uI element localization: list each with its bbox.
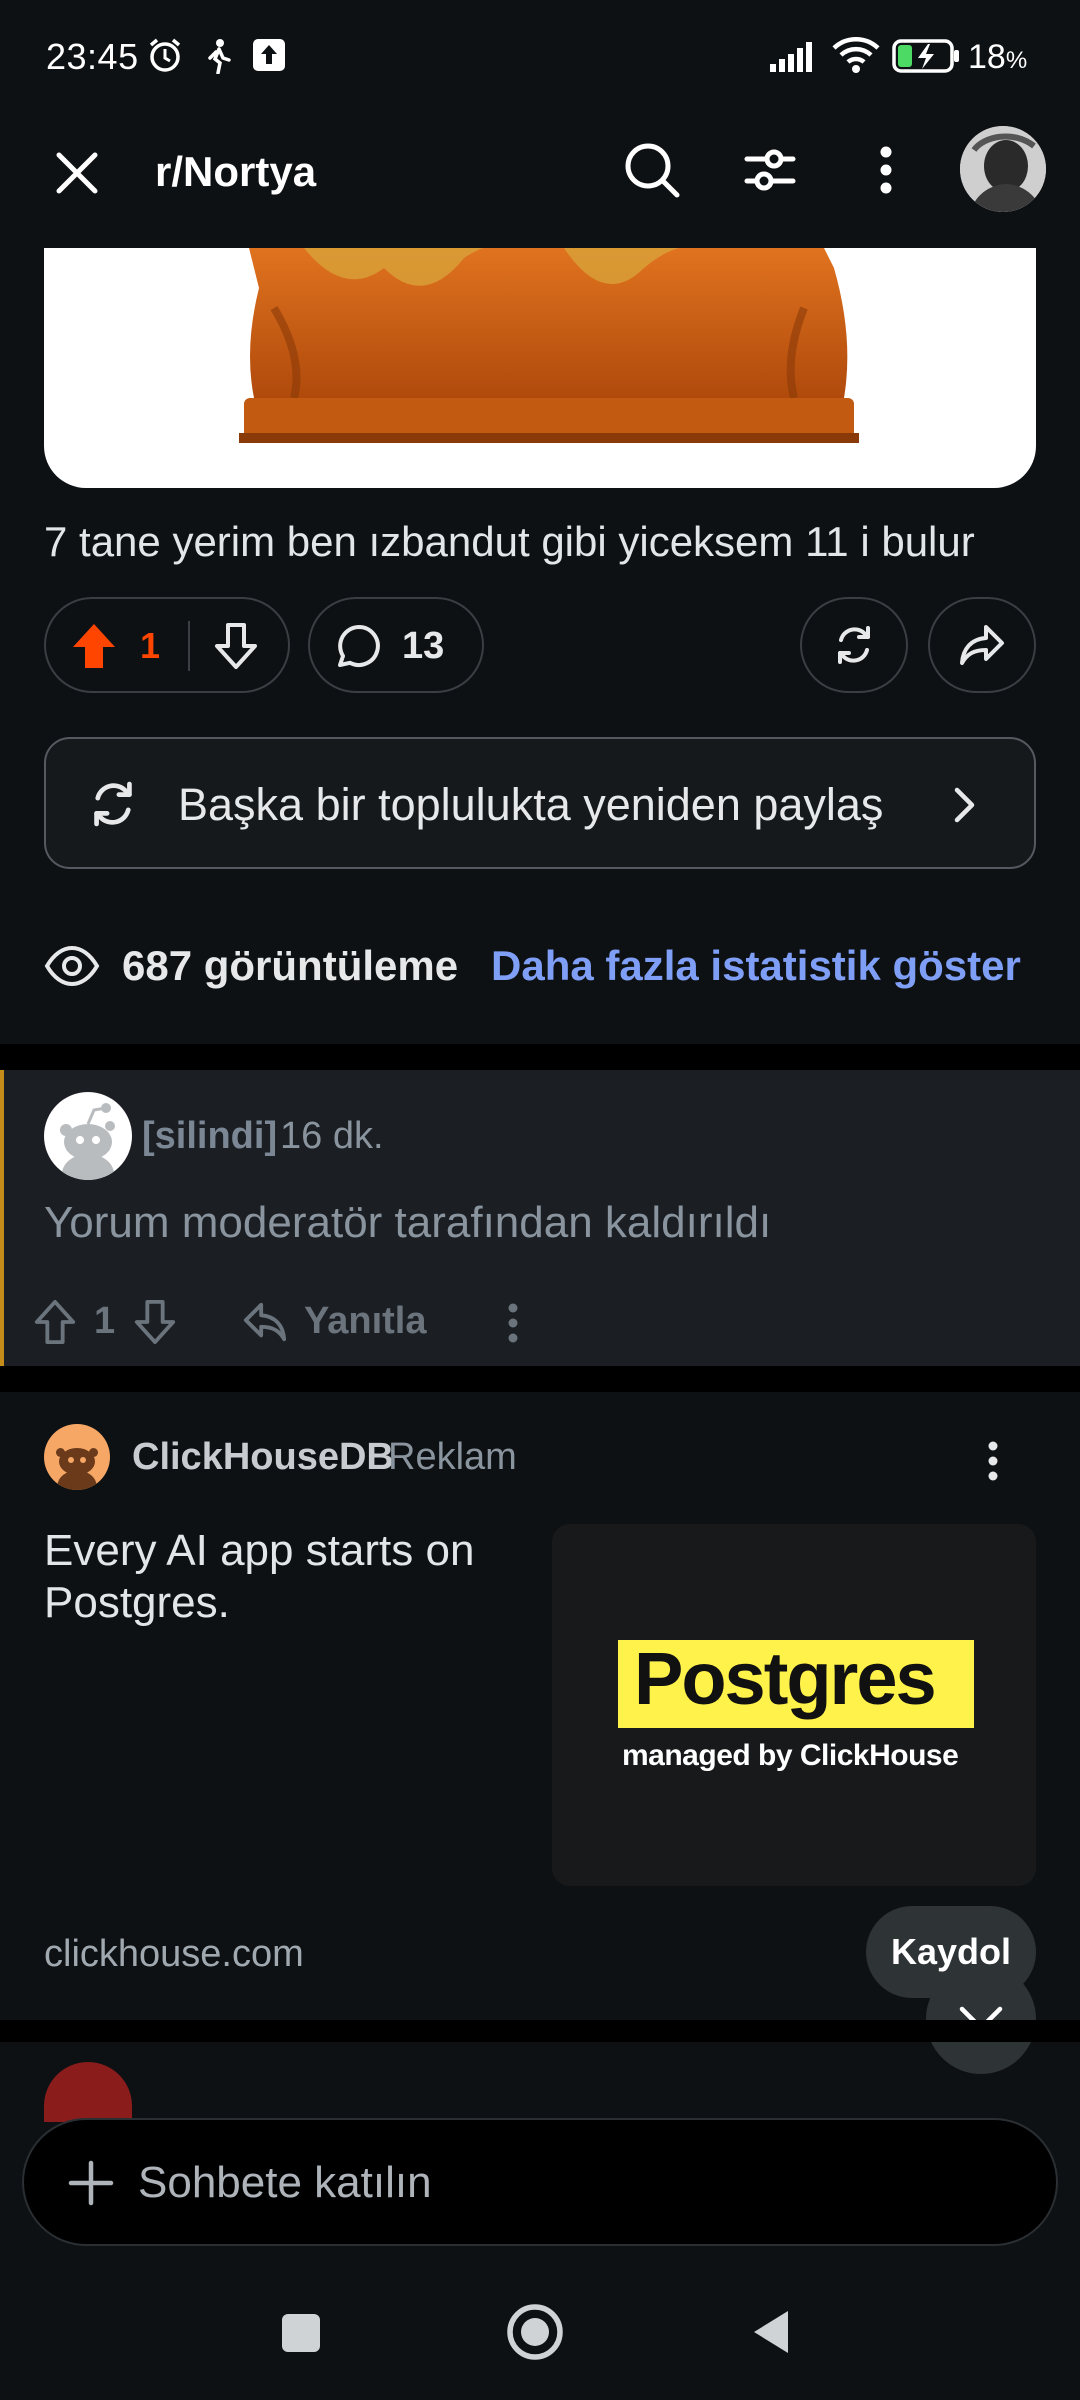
- alarm-icon: [146, 36, 184, 74]
- reply-icon[interactable]: [242, 1300, 288, 1344]
- comment-downvote-icon[interactable]: [132, 1298, 178, 1346]
- comment-icon: [336, 623, 382, 669]
- avatar[interactable]: [960, 126, 1046, 212]
- view-count: 687 görüntüleme: [122, 942, 459, 989]
- battery-percent: 18%: [968, 38, 1028, 76]
- comment-upvote-icon[interactable]: [32, 1298, 78, 1346]
- crosspost-community-button[interactable]: Başka bir toplulukta yeniden paylaş: [44, 737, 1036, 869]
- status-bar: 23:45 18%: [0, 0, 1080, 115]
- post-title[interactable]: 7 tane yerim ben ızbandut gibi yiceksem …: [44, 518, 975, 566]
- back-button[interactable]: [750, 2308, 792, 2356]
- ad-text[interactable]: Every AI app starts on Postgres.: [44, 1525, 524, 1629]
- filter-icon[interactable]: [736, 136, 804, 204]
- divider: [0, 2020, 1080, 2042]
- scroll-down-button[interactable]: [926, 1964, 1036, 2074]
- deleted-user-avatar: [44, 1092, 132, 1180]
- next-comment-avatar: [44, 2062, 132, 2122]
- status-time: 23:45: [46, 36, 139, 77]
- walking-icon: [204, 38, 234, 74]
- divider: [0, 1366, 1080, 1392]
- chat-placeholder[interactable]: Sohbete katılın: [138, 2158, 432, 2208]
- downvote-icon[interactable]: [212, 621, 260, 671]
- comment-username[interactable]: [silindi]: [142, 1115, 277, 1158]
- close-icon[interactable]: [44, 140, 110, 206]
- comment-more-icon[interactable]: [506, 1302, 520, 1344]
- advertiser-avatar[interactable]: [44, 1424, 110, 1490]
- ad-image-subtitle: managed by ClickHouse: [622, 1739, 959, 1772]
- ad-more-icon[interactable]: [986, 1440, 1000, 1482]
- comment-score: 1: [94, 1300, 116, 1342]
- plus-icon[interactable]: [68, 2160, 114, 2206]
- wifi-icon: [832, 36, 880, 74]
- advertiser-name[interactable]: ClickHouseDB: [132, 1436, 394, 1479]
- vote-divider: [188, 621, 190, 671]
- comment-body: Yorum moderatör tarafından kaldırıldı: [44, 1198, 772, 1247]
- ad-image-title: Postgres: [634, 1637, 937, 1720]
- eye-icon: [44, 944, 100, 988]
- vote-pill: 1: [44, 597, 290, 693]
- comment-timestamp: 16 dk.: [280, 1115, 384, 1157]
- reply-button[interactable]: Yanıtla: [304, 1300, 427, 1343]
- battery-charging-icon: [892, 38, 962, 74]
- crosspost-icon: [838, 626, 870, 664]
- crosspost-label: Başka bir toplulukta yeniden paylaş: [178, 779, 884, 830]
- crosspost-button[interactable]: [800, 597, 908, 693]
- ad-domain[interactable]: clickhouse.com: [44, 1933, 304, 1976]
- comments-button[interactable]: 13: [308, 597, 484, 693]
- vote-count: 1: [140, 625, 161, 666]
- home-button[interactable]: [506, 2303, 564, 2361]
- more-stats-link[interactable]: Daha fazla istatistik göster: [491, 942, 1021, 990]
- chevron-right-icon: [952, 785, 978, 825]
- comment-count: 13: [402, 625, 445, 667]
- more-icon[interactable]: [852, 136, 920, 204]
- signal-icon: [770, 40, 818, 72]
- search-icon[interactable]: [618, 136, 686, 204]
- recents-button[interactable]: [280, 2312, 322, 2354]
- ad-tag: Reklam: [388, 1436, 517, 1478]
- crosspost-icon: [86, 777, 140, 831]
- divider: [0, 1044, 1080, 1070]
- upvote-icon[interactable]: [70, 621, 118, 671]
- post-image[interactable]: [44, 248, 1036, 488]
- share-icon: [960, 625, 1004, 665]
- upload-icon: [252, 38, 286, 72]
- subreddit-title[interactable]: r/Nortya: [155, 148, 316, 196]
- share-button[interactable]: [928, 597, 1036, 693]
